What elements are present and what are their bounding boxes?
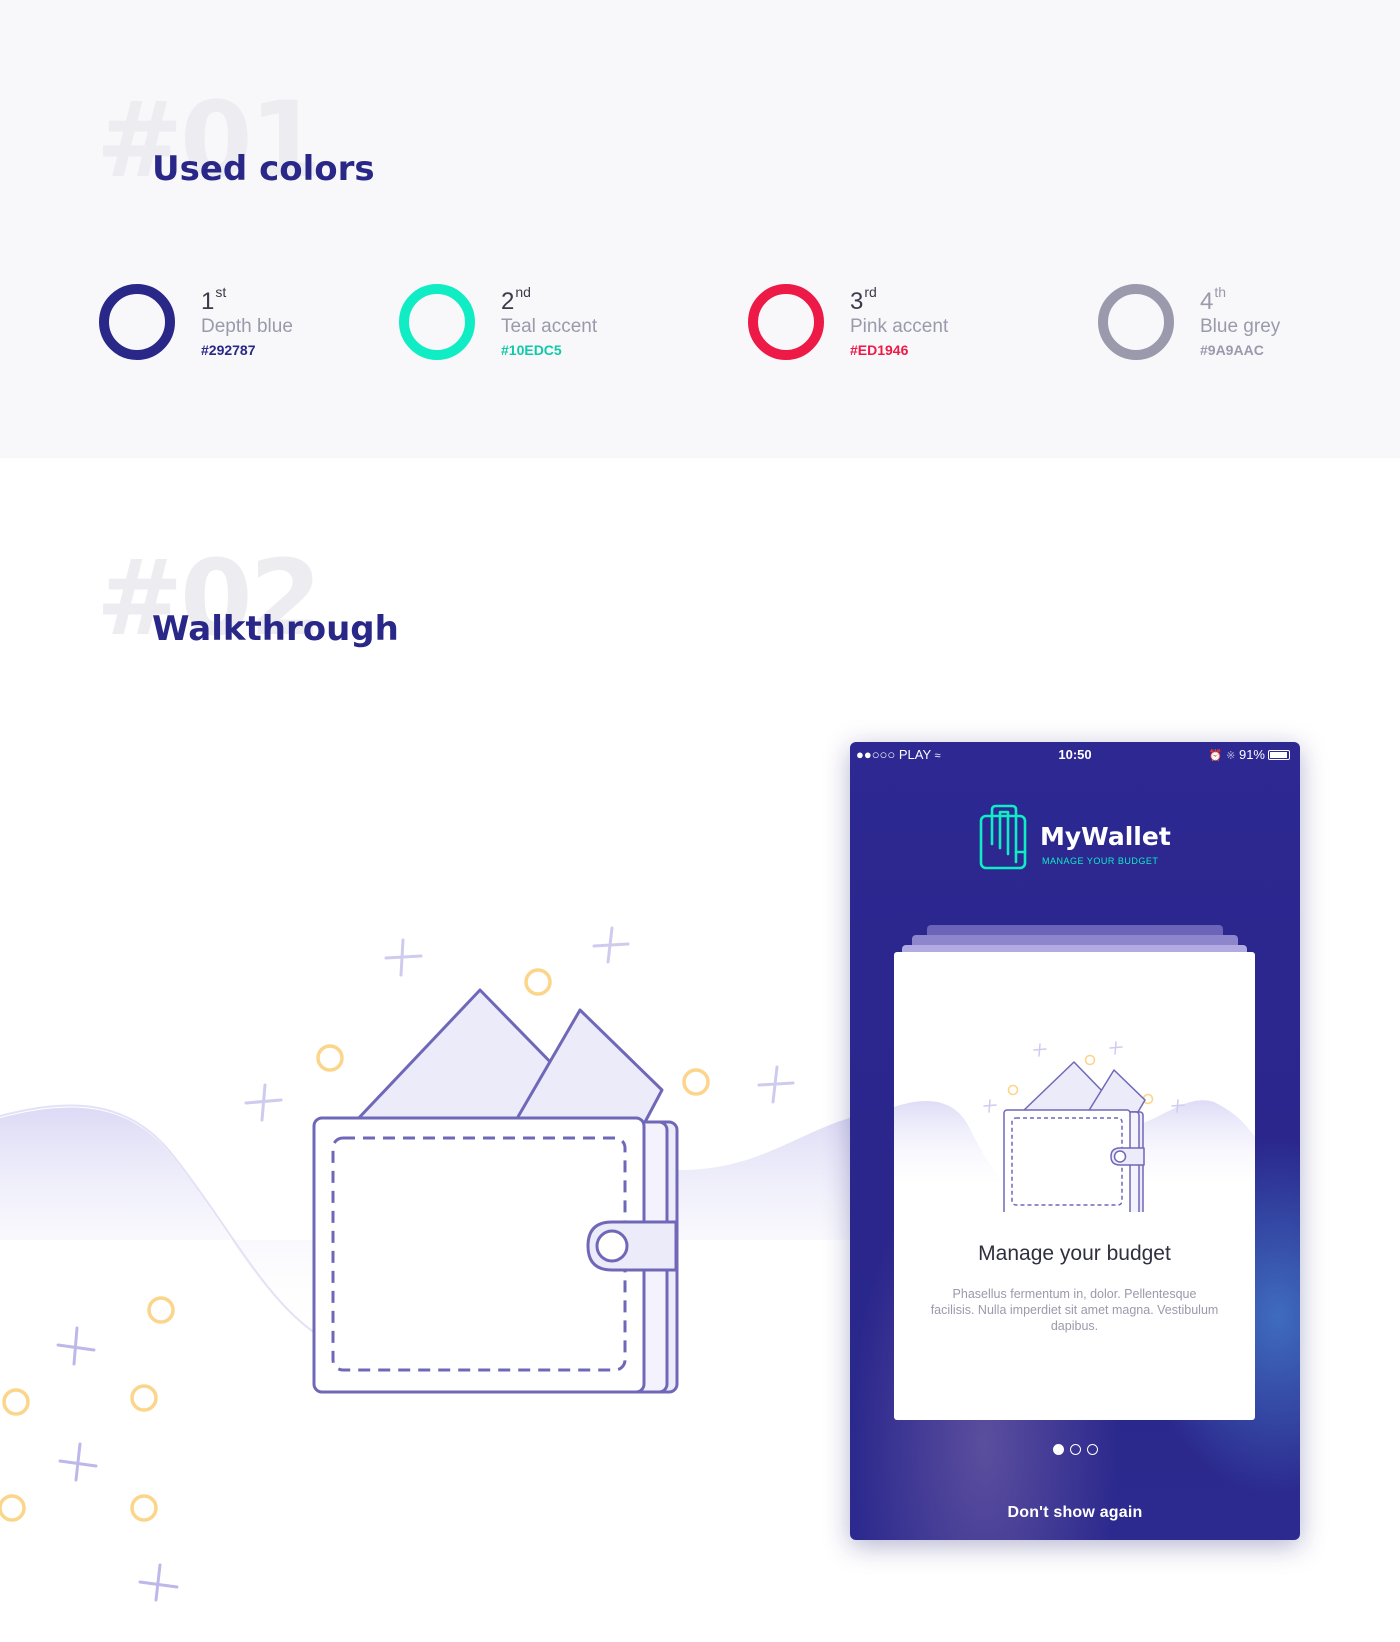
wallet-icon: [312, 988, 679, 1394]
page-dot[interactable]: [1069, 1444, 1081, 1455]
app-tagline: MANAGE YOUR BUDGET: [1042, 856, 1159, 866]
card-title: Manage your budget: [978, 1242, 1171, 1265]
alarm-icon: ⏰: [1208, 750, 1223, 762]
status-right: ⏰ ※ 91%: [1209, 747, 1290, 762]
page-dot[interactable]: [1086, 1444, 1098, 1455]
card-wallet-illustration: [894, 1041, 1255, 1212]
app-name: MyWallet: [1040, 822, 1171, 851]
dont-show-again-button[interactable]: Don't show again: [850, 1504, 1300, 1522]
card-description: Phasellus fermentum in, dolor. Pellentes…: [930, 1287, 1219, 1333]
battery-icon: [1268, 750, 1290, 760]
page-dot-active[interactable]: [1052, 1444, 1064, 1455]
status-bar: ●●○○○ PLAY ≈ 10:50 ⏰ ※ 91%: [850, 742, 1300, 766]
walkthrough-card: Manage your budget Phasellus fermentum i…: [894, 952, 1255, 1420]
plus-icon: [56, 1326, 179, 1602]
bluetooth-icon: ※: [1226, 750, 1236, 762]
wallet-icon: [1003, 1061, 1146, 1212]
page-indicator[interactable]: [850, 1442, 1300, 1456]
wallet-logo-icon: [979, 804, 1027, 870]
phone-mockup: ●●○○○ PLAY ≈ 10:50 ⏰ ※ 91% MyWallet MANA…: [850, 742, 1300, 1540]
